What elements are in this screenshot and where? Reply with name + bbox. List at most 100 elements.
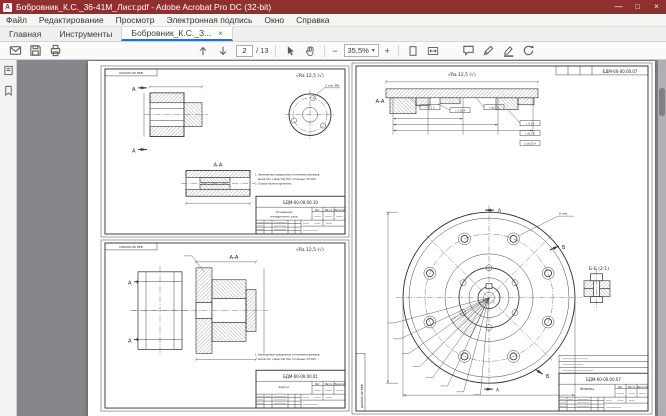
tab-document-label: Бобровник_К.С._З... — [131, 28, 211, 38]
pen-icon — [482, 44, 495, 57]
cursor-arrow-icon — [284, 45, 296, 57]
menu-bar: Файл Редактирование Просмотр Электронная… — [0, 14, 666, 27]
d3-detail-label: Б-Б (2:1) — [589, 266, 609, 272]
hand-tool-button[interactable] — [300, 43, 320, 58]
tab-bar: Главная Инструменты Бобровник_К.С._З... … — [0, 27, 666, 42]
drawing-housing-part: Н00000-ОР-НЕВ √Ra 12,5 (√) А-А А А — [101, 240, 349, 411]
page-up-button[interactable] — [193, 43, 213, 58]
d1-roughness: √Ra 12,5 (√) — [296, 73, 324, 79]
tab-close-icon[interactable]: × — [218, 29, 223, 38]
print-button[interactable] — [45, 43, 65, 58]
d3-cipher: ДО0000-ОР-НЕВ — [360, 384, 364, 408]
d3-corner-designation: БДМ-60-00.00.07 — [603, 69, 638, 74]
fit-page-button[interactable] — [403, 43, 423, 58]
pdf-page[interactable]: Лит. Масса Масштаб — [88, 61, 655, 416]
acrobat-window: A Бобровник_К.С._36-41М_Лист.pdf - Adobe… — [0, 0, 666, 416]
svg-text:⌖ ⌀0,1 А: ⌖ ⌀0,1 А — [425, 107, 435, 110]
drawing-base-part: ОС0000-ОР-НЕВ √Ra 12,5 (√) А А — [101, 66, 349, 237]
save-button[interactable] — [25, 43, 45, 58]
svg-text:◎ ⌀0,05 А: ◎ ⌀0,05 А — [524, 142, 536, 145]
toolbar-separator — [398, 45, 399, 57]
zoom-in-button[interactable]: + — [381, 46, 394, 56]
tab-tools[interactable]: Инструменты — [50, 27, 121, 41]
zoom-out-button[interactable]: − — [329, 46, 342, 56]
d1-note-2: валов h14, отверстий H14, остальных ±IT1… — [258, 178, 317, 181]
toolbar-separator — [275, 45, 276, 57]
fit-width-button[interactable] — [423, 43, 443, 58]
d2-cipher: Н00000-ОР-НЕВ — [119, 245, 142, 249]
svg-text:⌖ ⌀0,1 Б: ⌖ ⌀0,1 Б — [525, 132, 535, 135]
title-bar: A Бобровник_К.С._36-41М_Лист.pdf - Adobe… — [0, 0, 666, 14]
scrollbar-thumb[interactable] — [659, 88, 665, 116]
menu-edit[interactable]: Редактирование — [33, 15, 110, 25]
toolbar-center-group: 2 / 13 − 35,5% ▾ + — [193, 43, 443, 58]
menu-esign[interactable]: Электронная подпись — [161, 15, 259, 25]
d2-section-label: А-А — [230, 255, 239, 261]
d3-section-label: А-А — [376, 99, 385, 105]
d1-view-mark-bottom: А — [132, 148, 136, 154]
bookmarks-panel-button[interactable] — [2, 84, 15, 97]
d1-note-1: 1. Неуказанные предельные отклонения раз… — [255, 173, 320, 176]
d2-designation: БДМ-60-00.00.01 — [283, 374, 318, 379]
rotate-icon — [522, 44, 535, 57]
d3-part-name: Фланец — [580, 387, 594, 391]
d1-cipher: ОС0000-ОР-НЕВ — [119, 71, 143, 75]
comment-bubble-icon — [462, 44, 475, 57]
d1-leader-note: 3 отв. М8 — [325, 83, 339, 87]
arrow-up-icon — [197, 45, 209, 57]
select-tool-button[interactable] — [280, 43, 300, 58]
printer-icon — [49, 44, 62, 57]
sign-button[interactable] — [479, 43, 499, 58]
rotate-button[interactable] — [519, 43, 539, 58]
menu-file[interactable]: Файл — [0, 15, 33, 25]
highlighter-icon — [502, 44, 515, 57]
highlight-button[interactable] — [499, 43, 519, 58]
toolbar-right-group — [459, 43, 539, 58]
d3-roughness: √Ra 12,5 (√) — [448, 72, 476, 78]
d1-note-3: 2. Острые кромки притупить. — [255, 182, 292, 185]
maximize-button[interactable]: □ — [628, 0, 647, 14]
page-number-input[interactable]: 2 — [236, 45, 253, 57]
d1-designation: БДМ-60-00.00.10 — [283, 200, 318, 205]
tab-document[interactable]: Бобровник_К.С._З... × — [121, 27, 232, 41]
window-controls: — □ × — [609, 0, 666, 14]
zoom-level-value: 35,5% — [348, 46, 369, 55]
d3-cut-mark-bottom: А — [496, 388, 500, 394]
page-thumbnails-icon — [3, 65, 14, 76]
menu-window[interactable]: Окно — [258, 15, 290, 25]
d3-view-mark-b-top: Б — [562, 245, 566, 251]
arrow-down-icon — [217, 45, 229, 57]
tab-home[interactable]: Главная — [0, 27, 50, 41]
menu-help[interactable]: Справка — [290, 15, 335, 25]
d3-designation: БДМ-60-00.00.07 — [586, 377, 621, 382]
svg-text:⊥ 0,05 А: ⊥ 0,05 А — [455, 110, 466, 113]
vertical-scrollbar[interactable] — [658, 60, 666, 416]
comment-button[interactable] — [459, 43, 479, 58]
d3-holes-note: 8 отв. — [559, 212, 568, 216]
engineering-drawing-canvas: Лит. Масса Масштаб — [88, 61, 655, 416]
d1-part-name-line2: наладочного узла — [270, 215, 298, 219]
hand-icon — [304, 45, 316, 57]
d2-note-2: валов h14, отверстий H14, остальных ±IT1… — [258, 358, 317, 361]
email-button[interactable] — [5, 43, 25, 58]
d1-part-name-line1: Основание — [276, 210, 293, 214]
navigation-rail — [0, 60, 17, 416]
bookmark-icon — [3, 85, 14, 96]
page-down-button[interactable] — [213, 43, 233, 58]
svg-text:⌖ ⌀0,2 А: ⌖ ⌀0,2 А — [489, 107, 499, 110]
menu-view[interactable]: Просмотр — [110, 15, 161, 25]
window-title: Бобровник_К.С._36-41М_Лист.pdf - Adobe A… — [16, 2, 609, 12]
page-total-label: / 13 — [256, 46, 269, 55]
toolbar-separator — [324, 45, 325, 57]
main-toolbar: 2 / 13 − 35,5% ▾ + — [0, 42, 666, 60]
close-button[interactable]: × — [647, 0, 666, 14]
floppy-icon — [29, 44, 42, 57]
minimize-button[interactable]: — — [609, 0, 628, 14]
document-viewer[interactable]: Лит. Масса Масштаб — [0, 60, 666, 416]
svg-text:⊥ 0,1 А: ⊥ 0,1 А — [525, 122, 534, 125]
d2-view-mark-bottom: А — [128, 338, 132, 344]
chevron-down-icon: ▾ — [372, 47, 375, 54]
acrobat-app-icon: A — [3, 3, 12, 12]
zoom-level-dropdown[interactable]: 35,5% ▾ — [344, 44, 379, 57]
thumbnails-panel-button[interactable] — [2, 64, 15, 77]
